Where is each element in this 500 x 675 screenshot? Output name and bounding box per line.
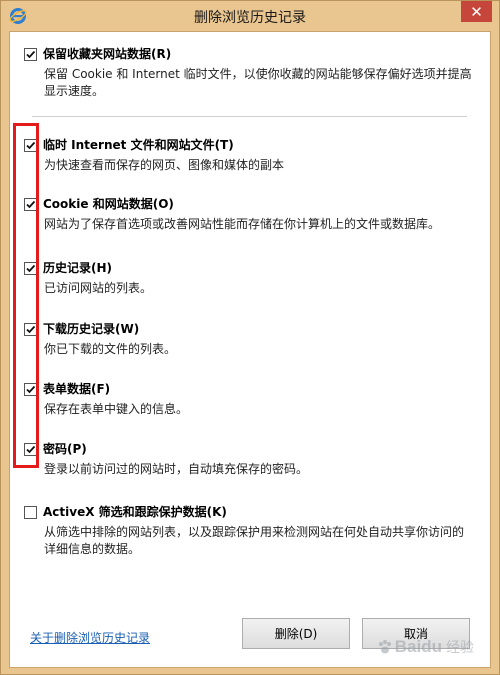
option-title: 临时 Internet 文件和网站文件(T): [43, 138, 234, 152]
option-description: 保留 Cookie 和 Internet 临时文件，以使你收藏的网站能够保存偏好…: [44, 67, 472, 98]
checkbox-preserve-favorites[interactable]: [24, 48, 37, 61]
option-description: 登录以前访问过的网站时，自动填充保存的密码。: [44, 462, 309, 476]
checkmark-icon: [26, 50, 36, 59]
option-description: 已访问网站的列表。: [44, 281, 153, 295]
option-description: 保存在表单中键入的信息。: [44, 402, 189, 416]
option-title: 密码(P): [43, 442, 87, 456]
option-title: 下载历史记录(W): [43, 322, 140, 336]
option-title: Cookie 和网站数据(O): [43, 197, 174, 211]
dialog-content: 保留收藏夹网站数据(R) 保留 Cookie 和 Internet 临时文件，以…: [9, 31, 491, 668]
option-description: 网站为了保存首选项或改善网站性能而存储在你计算机上的文件或数据库。: [44, 217, 441, 231]
option-description: 为快速查看而保存的网页、图像和媒体的副本: [44, 158, 285, 172]
title-bar[interactable]: 删除浏览历史记录 ✕: [1, 1, 499, 31]
option-description: 从筛选中排除的网站列表，以及跟踪保护用来检测网站在何处自动共享你访问的详细信息的…: [44, 525, 465, 556]
close-button[interactable]: ✕: [461, 1, 492, 22]
option-title: ActiveX 筛选和跟踪保护数据(K): [43, 505, 227, 519]
option-title: 保留收藏夹网站数据(R): [43, 47, 172, 61]
checkbox-activex-tracking[interactable]: [24, 506, 37, 519]
separator: [32, 116, 467, 117]
window-title: 删除浏览历史记录: [194, 10, 306, 26]
option-title: 表单数据(F): [43, 382, 111, 396]
close-icon: ✕: [470, 2, 483, 21]
help-link[interactable]: 关于删除浏览历史记录: [30, 629, 150, 646]
annotation-highlight-box: [13, 123, 39, 468]
option-description: 你已下载的文件的列表。: [44, 342, 177, 356]
delete-button[interactable]: 删除(D): [242, 618, 350, 649]
option-title: 历史记录(H): [43, 261, 113, 275]
dialog-window: 删除浏览历史记录 ✕ 保留收藏夹网站数据(R) 保留 Cookie 和 Inte…: [0, 0, 500, 675]
cancel-button[interactable]: 取消: [362, 618, 470, 649]
